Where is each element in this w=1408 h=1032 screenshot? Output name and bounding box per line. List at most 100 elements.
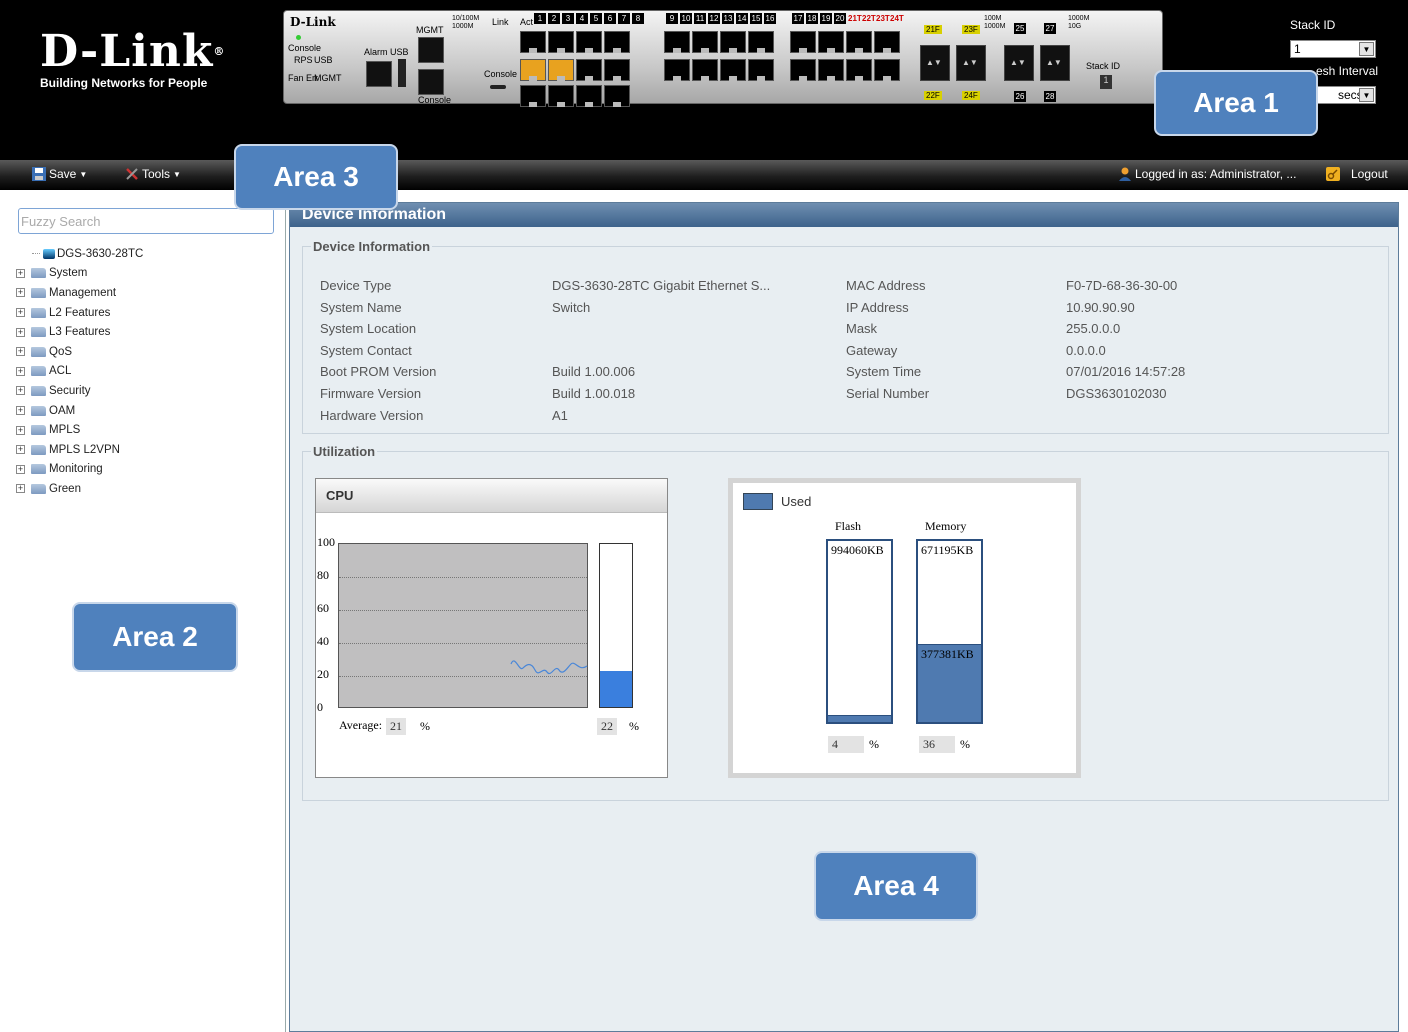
logout-button[interactable]: Logout xyxy=(1326,167,1388,181)
tree-item-acl[interactable]: + ACL xyxy=(16,362,143,382)
port-group-5[interactable] xyxy=(790,31,900,53)
port[interactable] xyxy=(576,59,602,81)
port[interactable] xyxy=(818,31,844,53)
usb-port[interactable] xyxy=(366,61,392,87)
floppy-disk-icon xyxy=(32,167,46,181)
expand-icon[interactable]: + xyxy=(16,268,25,278)
tree-item-mpls[interactable]: + MPLS xyxy=(16,420,143,440)
port[interactable] xyxy=(720,31,746,53)
port[interactable] xyxy=(874,31,900,53)
port[interactable] xyxy=(576,85,602,107)
port[interactable] xyxy=(548,85,574,107)
sfp-port-25[interactable] xyxy=(1004,45,1034,81)
port[interactable] xyxy=(748,59,774,81)
tree-item-monitoring[interactable]: + Monitoring xyxy=(16,460,143,480)
port[interactable] xyxy=(846,31,872,53)
tools-menu-button[interactable]: Tools ▼ xyxy=(125,167,181,181)
y-tick-label: 40 xyxy=(317,634,329,648)
port[interactable] xyxy=(720,59,746,81)
expand-icon[interactable]: + xyxy=(16,484,25,494)
expand-icon[interactable]: + xyxy=(16,366,25,376)
expand-icon[interactable]: + xyxy=(16,288,25,298)
field-value: DGS3630102030 xyxy=(1066,386,1167,401)
refresh-interval-select[interactable]: secs ▼ xyxy=(1316,86,1376,104)
port-active[interactable] xyxy=(548,59,574,81)
port[interactable] xyxy=(748,31,774,53)
tree-item-qos[interactable]: + QoS xyxy=(16,342,143,362)
port[interactable] xyxy=(874,59,900,81)
port-number: 11 xyxy=(694,13,706,24)
field-label: Hardware Version xyxy=(320,407,424,423)
folder-icon xyxy=(31,464,46,475)
expand-icon[interactable]: + xyxy=(16,445,25,455)
switch-front-panel[interactable]: D-Link Console RPS USB Fan Err MGMT Alar… xyxy=(283,10,1163,107)
user-icon xyxy=(1119,167,1131,181)
port[interactable] xyxy=(846,59,872,81)
console-port[interactable] xyxy=(418,69,444,95)
port[interactable] xyxy=(548,31,574,53)
port[interactable] xyxy=(692,31,718,53)
sfp-port-23[interactable] xyxy=(956,45,986,81)
port-group-3[interactable] xyxy=(664,31,774,53)
sfp-port-21[interactable] xyxy=(920,45,950,81)
expand-icon[interactable]: + xyxy=(16,347,25,357)
folder-icon xyxy=(31,346,46,357)
tree-item-management[interactable]: + Management xyxy=(16,283,143,303)
port[interactable] xyxy=(604,59,630,81)
stack-id-value: 1 xyxy=(1294,42,1301,56)
tree-item-security[interactable]: + Security xyxy=(16,381,143,401)
expand-icon[interactable]: + xyxy=(16,386,25,396)
cpu-average-pct: % xyxy=(420,719,430,733)
port[interactable] xyxy=(790,31,816,53)
memory-used-fill: 377381KB xyxy=(918,644,981,722)
port-number: 6 xyxy=(604,13,616,24)
mgmt-port[interactable] xyxy=(418,37,444,63)
flash-label: Flash xyxy=(835,519,862,533)
tree-item-green[interactable]: + Green xyxy=(16,479,143,499)
chevron-down-icon[interactable]: ▼ xyxy=(1359,88,1374,102)
tree-root[interactable]: DGS-3630-28TC xyxy=(16,244,143,264)
cpu-panel: CPU 100 80 60 40 20 0 Average: 21 % 22 % xyxy=(315,478,668,778)
port[interactable] xyxy=(604,31,630,53)
expand-icon[interactable]: + xyxy=(16,464,25,474)
memory-pct-sign: % xyxy=(960,737,970,751)
port-group-2[interactable] xyxy=(520,59,630,81)
mini-usb-port xyxy=(490,85,506,89)
port-group-4[interactable] xyxy=(664,59,774,81)
tree-item-mpls-l2vpn[interactable]: + MPLS L2VPN xyxy=(16,440,143,460)
expand-icon[interactable]: + xyxy=(16,308,25,318)
tree-item-label: System xyxy=(49,267,88,280)
port[interactable] xyxy=(790,59,816,81)
port-group-6[interactable] xyxy=(790,59,900,81)
port-active[interactable] xyxy=(520,59,546,81)
tree-item-label: QoS xyxy=(49,345,73,358)
port-group-2b[interactable] xyxy=(520,85,630,107)
expand-icon[interactable]: + xyxy=(16,425,25,435)
y-tick-label: 60 xyxy=(317,601,329,615)
port[interactable] xyxy=(664,59,690,81)
tree-root-label: DGS-3630-28TC xyxy=(57,247,144,260)
port[interactable] xyxy=(576,31,602,53)
chevron-down-icon[interactable]: ▼ xyxy=(1359,42,1374,56)
expand-icon[interactable]: + xyxy=(16,406,25,416)
sfp-port-27[interactable] xyxy=(1040,45,1070,81)
tree-item-l2-features[interactable]: + L2 Features xyxy=(16,303,143,323)
port[interactable] xyxy=(520,85,546,107)
tree-item-oam[interactable]: + OAM xyxy=(16,401,143,421)
expand-icon[interactable]: + xyxy=(16,327,25,337)
tree-item-label: MPLS L2VPN xyxy=(49,443,120,456)
tree-item-l3-features[interactable]: + L3 Features xyxy=(16,322,143,342)
port[interactable] xyxy=(818,59,844,81)
tree-item-system[interactable]: + System xyxy=(16,264,143,284)
port-numbers-9-16: 9 10 11 12 13 14 15 16 xyxy=(666,13,776,24)
folder-icon xyxy=(31,425,46,436)
stack-id-select[interactable]: 1 ▼ xyxy=(1290,40,1376,58)
port[interactable] xyxy=(692,59,718,81)
port-group-1[interactable] xyxy=(520,31,630,53)
save-menu-button[interactable]: Save ▼ xyxy=(32,167,87,181)
y-tick-label: 0 xyxy=(317,700,323,714)
port[interactable] xyxy=(604,85,630,107)
port[interactable] xyxy=(520,31,546,53)
fuzzy-search-input[interactable]: Fuzzy Search xyxy=(18,208,274,234)
port[interactable] xyxy=(664,31,690,53)
